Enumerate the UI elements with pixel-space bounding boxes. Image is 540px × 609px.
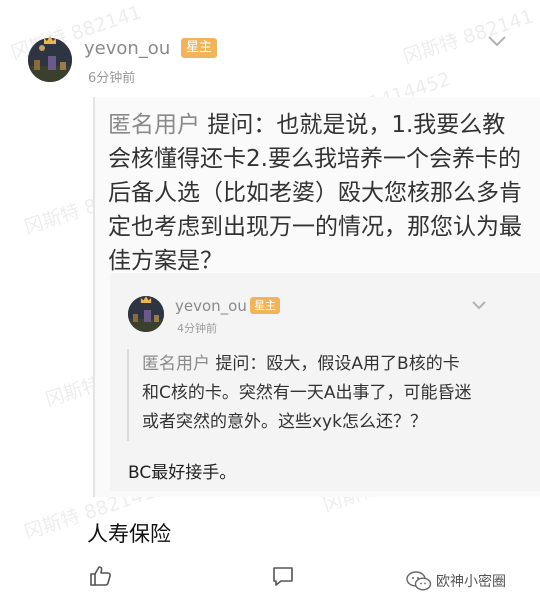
quoted-question: 匿名用户 提问：也就是说，1.我要么教会核懂得还卡2.要么我培养一个会养卡的后备… [108, 108, 528, 278]
thumbs-up-icon [90, 566, 111, 586]
answer-text: BC最好接手。 [128, 463, 237, 483]
like-button[interactable] [89, 564, 113, 592]
question-author: 匿名用户 [142, 354, 210, 374]
quote-bar [127, 349, 129, 441]
watermark: 冈斯特 882141 [400, 5, 537, 69]
timestamp: 6分钟前 [88, 71, 136, 86]
question-author: 匿名用户 [108, 112, 200, 138]
username[interactable]: yevon_ou [84, 38, 170, 59]
timestamp: 4分钟前 [177, 322, 217, 335]
question-prefix: 提问： [215, 354, 267, 374]
owner-badge: 星主 [250, 297, 280, 314]
chevron-down-icon[interactable] [471, 291, 487, 316]
share-label: 欧神小密圈 [436, 574, 506, 590]
comment-text: 人寿保险 [87, 522, 171, 546]
share-source[interactable]: 欧神小密圈 [406, 570, 506, 592]
comment-button[interactable] [271, 564, 295, 592]
question-prefix: 提问： [207, 112, 277, 138]
crown-icon [140, 289, 152, 308]
comment-icon [273, 567, 293, 586]
username[interactable]: yevon_ou [175, 297, 247, 315]
crown-icon [43, 30, 57, 49]
chevron-down-icon[interactable] [487, 28, 507, 53]
nested-question: 匿名用户 提问：殴大，假设A用了B核的卡和C核的卡。突然有一天A出事了，可能昏迷… [142, 350, 472, 437]
wechat-icon [406, 571, 432, 591]
owner-badge: 星主 [181, 38, 217, 58]
